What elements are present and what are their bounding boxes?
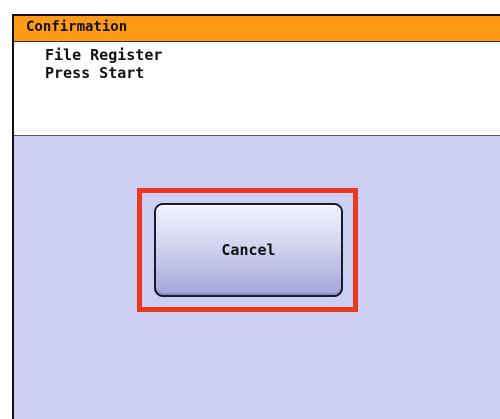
message-line-file-register: File Register [45,46,163,64]
title-bar: Confirmation [14,16,500,42]
dialog-title: Confirmation [26,19,128,35]
message-panel: File Register Press Start [14,42,500,136]
cancel-button-label: Cancel [221,241,276,259]
cancel-button[interactable]: Cancel [154,203,343,297]
message-line-press-start: Press Start [45,64,145,82]
